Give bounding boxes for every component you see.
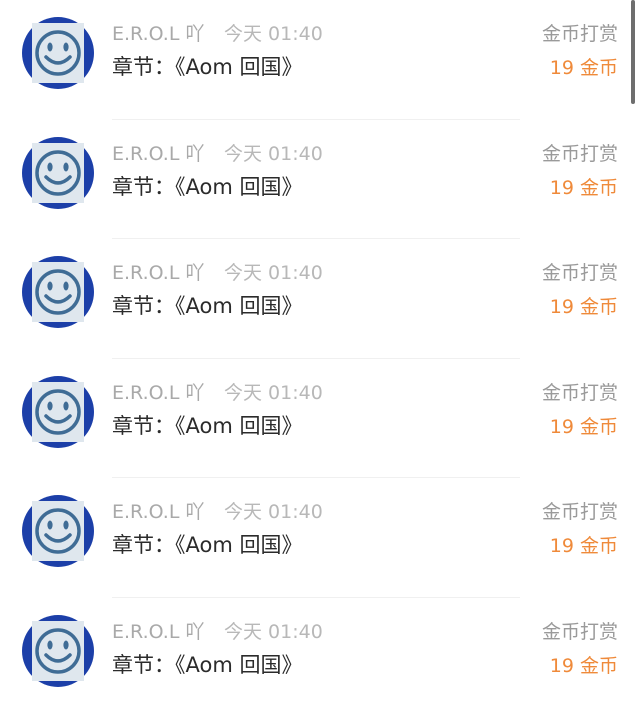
- reward-row[interactable]: E.R.O.L 吖 今天 01:40 章节：《Aom 回国》 金币打赏 19 金…: [0, 239, 640, 359]
- timestamp: 今天 01:40: [224, 259, 323, 287]
- reward-list: E.R.O.L 吖 今天 01:40 章节：《Aom 回国》 金币打赏 19 金…: [0, 0, 640, 689]
- reward-type: 金币打赏: [542, 259, 618, 287]
- avatar[interactable]: [22, 376, 94, 448]
- smiley-face-icon: [22, 615, 94, 687]
- reward-row[interactable]: E.R.O.L 吖 今天 01:40 章节：《Aom 回国》 金币打赏 19 金…: [0, 359, 640, 479]
- timestamp: 今天 01:40: [224, 618, 323, 646]
- reward-row[interactable]: E.R.O.L 吖 今天 01:40 章节：《Aom 回国》 金币打赏 19 金…: [0, 0, 640, 120]
- scrollbar[interactable]: [631, 0, 635, 104]
- reward-amount: 19 金币: [550, 532, 618, 560]
- chapter-title[interactable]: 章节：《Aom 回国》: [112, 52, 302, 82]
- timestamp: 今天 01:40: [224, 20, 323, 48]
- username[interactable]: E.R.O.L 吖: [112, 20, 204, 48]
- reward-row[interactable]: E.R.O.L 吖 今天 01:40 章节：《Aom 回国》 金币打赏 19 金…: [0, 598, 640, 717]
- avatar[interactable]: [22, 615, 94, 687]
- chapter-title[interactable]: 章节：《Aom 回国》: [112, 172, 302, 202]
- smiley-face-icon: [22, 17, 94, 89]
- username[interactable]: E.R.O.L 吖: [112, 618, 204, 646]
- reward-amount: 19 金币: [550, 174, 618, 202]
- timestamp: 今天 01:40: [224, 379, 323, 407]
- reward-amount: 19 金币: [550, 54, 618, 82]
- username[interactable]: E.R.O.L 吖: [112, 259, 204, 287]
- reward-type: 金币打赏: [542, 20, 618, 48]
- avatar[interactable]: [22, 256, 94, 328]
- chapter-title[interactable]: 章节：《Aom 回国》: [112, 650, 302, 680]
- chapter-title[interactable]: 章节：《Aom 回国》: [112, 291, 302, 321]
- avatar[interactable]: [22, 137, 94, 209]
- smiley-face-icon: [22, 137, 94, 209]
- smiley-face-icon: [22, 376, 94, 448]
- smiley-face-icon: [22, 495, 94, 567]
- reward-type: 金币打赏: [542, 498, 618, 526]
- reward-type: 金币打赏: [542, 140, 618, 168]
- reward-type: 金币打赏: [542, 379, 618, 407]
- username[interactable]: E.R.O.L 吖: [112, 498, 204, 526]
- reward-amount: 19 金币: [550, 293, 618, 321]
- timestamp: 今天 01:40: [224, 140, 323, 168]
- smiley-face-icon: [22, 256, 94, 328]
- reward-amount: 19 金币: [550, 652, 618, 680]
- avatar[interactable]: [22, 17, 94, 89]
- reward-row[interactable]: E.R.O.L 吖 今天 01:40 章节：《Aom 回国》 金币打赏 19 金…: [0, 478, 640, 598]
- username[interactable]: E.R.O.L 吖: [112, 140, 204, 168]
- chapter-title[interactable]: 章节：《Aom 回国》: [112, 411, 302, 441]
- reward-row[interactable]: E.R.O.L 吖 今天 01:40 章节：《Aom 回国》 金币打赏 19 金…: [0, 120, 640, 240]
- chapter-title[interactable]: 章节：《Aom 回国》: [112, 530, 302, 560]
- username[interactable]: E.R.O.L 吖: [112, 379, 204, 407]
- avatar[interactable]: [22, 495, 94, 567]
- reward-amount: 19 金币: [550, 413, 618, 441]
- reward-type: 金币打赏: [542, 618, 618, 646]
- timestamp: 今天 01:40: [224, 498, 323, 526]
